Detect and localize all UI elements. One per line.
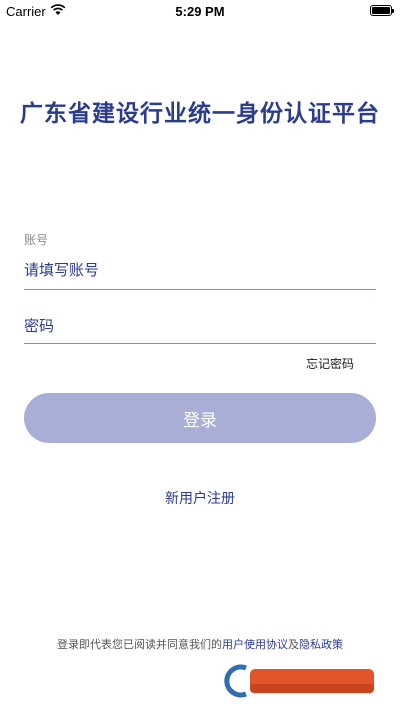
account-input[interactable] — [24, 258, 376, 282]
user-agreement-link[interactable]: 用户使用协议 — [222, 638, 288, 651]
password-underline — [24, 343, 376, 344]
account-field: 账号 — [24, 231, 376, 290]
account-label: 账号 — [24, 233, 49, 247]
login-button[interactable]: 登录 — [24, 393, 376, 443]
agreement-text: 登录即代表您已阅读并同意我们的用户使用协议及隐私政策 — [0, 636, 400, 652]
login-screen: Carrier 5:29 PM 广东省建设行业统一身份认证平台 账号 忘记密码 … — [0, 0, 400, 710]
password-input[interactable] — [24, 314, 376, 338]
account-underline — [24, 289, 376, 290]
agreement-prefix: 登录即代表您已阅读并同意我们的 — [57, 638, 222, 651]
watermark-logo — [220, 662, 380, 700]
agreement-conjunction: 及 — [288, 638, 299, 651]
forgot-password-link[interactable]: 忘记密码 — [306, 355, 354, 372]
battery-icon — [370, 5, 394, 16]
page-title: 广东省建设行业统一身份认证平台 — [20, 101, 380, 127]
status-bar: Carrier 5:29 PM — [0, 0, 400, 22]
privacy-policy-link[interactable]: 隐私政策 — [299, 638, 343, 651]
register-link[interactable]: 新用户注册 — [0, 488, 400, 508]
password-field — [24, 314, 376, 344]
status-time: 5:29 PM — [175, 4, 225, 19]
